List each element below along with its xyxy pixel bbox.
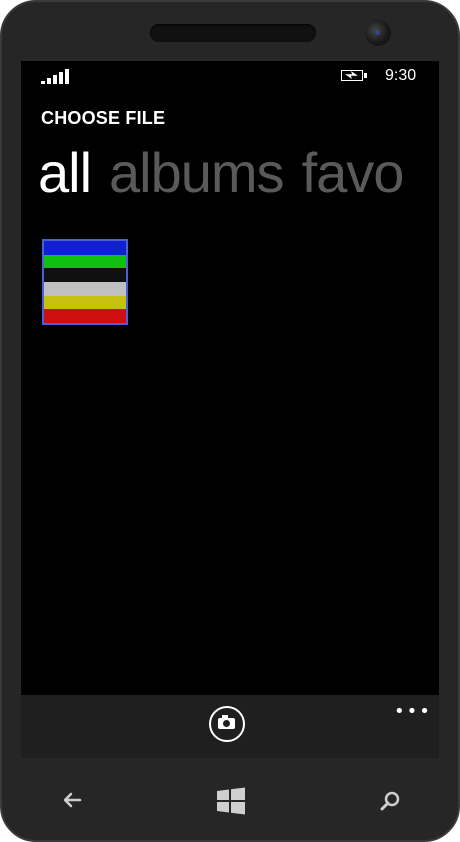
signal-strength-icon bbox=[41, 68, 69, 84]
pivot-tab-favorites[interactable]: favo bbox=[302, 141, 405, 204]
more-options-icon[interactable]: ••• bbox=[394, 703, 432, 721]
thumbnail-stripe bbox=[44, 268, 126, 283]
pivot-header: all albums favo bbox=[38, 141, 421, 205]
thumbnail-stripe bbox=[44, 254, 126, 269]
earpiece-speaker bbox=[150, 24, 316, 42]
search-icon[interactable] bbox=[378, 789, 402, 813]
pivot-tab-albums[interactable]: albums bbox=[109, 141, 285, 204]
back-arrow-icon[interactable] bbox=[60, 788, 84, 812]
thumbnail-stripe bbox=[44, 295, 126, 310]
pivot-tab-all[interactable]: all bbox=[38, 141, 92, 204]
front-camera bbox=[365, 20, 391, 46]
page-title: CHOOSE FILE bbox=[41, 108, 166, 128]
screen: 9:30 CHOOSE FILE all albums favo ••• bbox=[21, 61, 439, 758]
thumbnail-stripe bbox=[44, 309, 126, 324]
windows-logo-icon[interactable] bbox=[216, 786, 246, 816]
status-clock: 9:30 bbox=[385, 67, 417, 84]
app-bar: ••• bbox=[21, 695, 439, 758]
thumbnail-stripe bbox=[44, 282, 126, 296]
status-bar: 9:30 bbox=[21, 61, 439, 91]
image-thumbnail[interactable] bbox=[42, 239, 128, 325]
battery-charging-icon bbox=[341, 70, 367, 81]
thumbnail-stripe bbox=[44, 241, 126, 255]
camera-icon bbox=[218, 715, 235, 729]
phone-frame: 9:30 CHOOSE FILE all albums favo ••• bbox=[0, 0, 460, 842]
camera-button[interactable] bbox=[209, 706, 245, 742]
